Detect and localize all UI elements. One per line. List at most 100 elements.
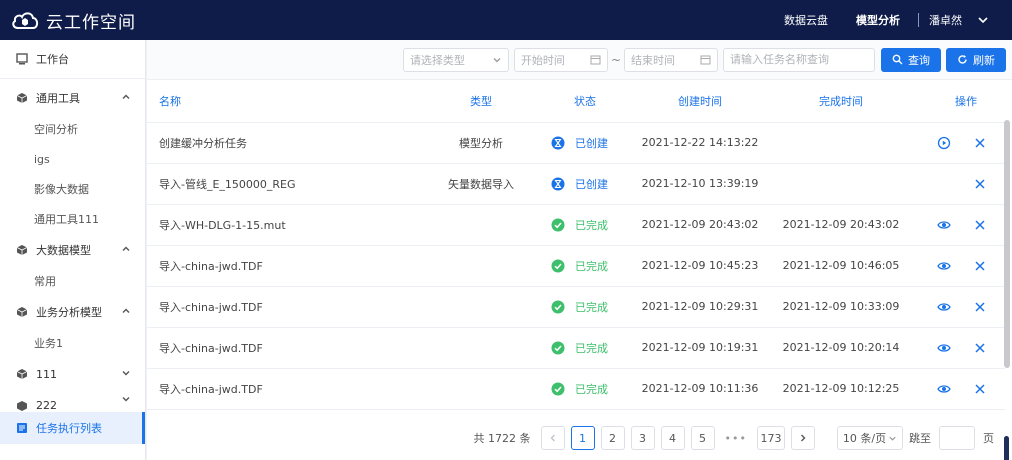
- chevron-down-icon[interactable]: [976, 13, 990, 27]
- eye-icon[interactable]: [937, 259, 951, 273]
- cube-icon: [16, 244, 28, 256]
- eye-icon[interactable]: [937, 300, 951, 314]
- type-select[interactable]: 请选择类型: [402, 47, 509, 72]
- next-page-button[interactable]: [791, 426, 815, 450]
- sidebar-item-label: 任务执行列表: [36, 422, 102, 435]
- sidebar: 工作台 通用工具 空间分析 igs 影像大数据 通用工具111 大数据模型 常用…: [0, 40, 146, 460]
- eye-icon[interactable]: [937, 382, 951, 396]
- sidebar-group-bigdata-model[interactable]: 大数据模型: [0, 234, 145, 266]
- col-header-created: 创建时间: [625, 80, 775, 123]
- chevron-down-icon: [889, 436, 896, 441]
- task-search-field[interactable]: [723, 47, 875, 72]
- end-date-picker[interactable]: 结束时间: [624, 47, 718, 72]
- cell-type: [417, 368, 545, 410]
- status-text: 已完成: [575, 382, 608, 396]
- status-badge: 已创建: [551, 176, 625, 192]
- cell-finished: 2021-12-09 10:33:09: [775, 286, 907, 328]
- sidebar-item-business-1[interactable]: 业务1: [0, 328, 145, 358]
- refresh-button-label: 刷新: [973, 53, 995, 67]
- row-actions: [907, 136, 1005, 150]
- calendar-icon: [700, 55, 711, 65]
- close-icon[interactable]: [973, 300, 987, 314]
- user-name[interactable]: 潘卓然: [929, 12, 962, 28]
- cell-type: [417, 327, 545, 369]
- sidebar-group-label: 222: [36, 399, 57, 412]
- top-bar: 云工作空间 数据云盘 模型分析 潘卓然: [0, 0, 1012, 40]
- goto-page-input[interactable]: [939, 426, 975, 450]
- cube-icon: [16, 92, 28, 104]
- status-text: 已创建: [575, 136, 608, 150]
- sidebar-group-business-model[interactable]: 业务分析模型: [0, 296, 145, 328]
- sidebar-group-label: 大数据模型: [36, 244, 91, 257]
- sidebar-item-igs[interactable]: igs: [0, 144, 145, 174]
- goto-label: 跳至: [909, 432, 931, 445]
- table-row[interactable]: 导入-china-jwd.TDF 已完成 2021-12-09 10:29:31…: [147, 286, 1005, 328]
- page-button-2[interactable]: 2: [600, 426, 625, 450]
- table-row[interactable]: 导入-管线_E_150000_REG 矢量数据导入 已创建 2021-12-10…: [147, 163, 1005, 205]
- main-panel: 请选择类型 开始时间 ~ 结束时间 查询 刷新 名称 类型 状态: [147, 40, 1012, 460]
- logo[interactable]: 云工作空间: [10, 8, 136, 33]
- eye-icon[interactable]: [937, 341, 951, 355]
- cell-finished: 2021-12-09 10:12:25: [775, 368, 907, 410]
- col-header-type: 类型: [417, 80, 545, 123]
- cube-icon: [16, 368, 28, 380]
- page-button-1[interactable]: 1: [570, 426, 595, 450]
- cell-name: 导入-china-jwd.TDF: [147, 368, 417, 410]
- sidebar-item-spatial-analysis[interactable]: 空间分析: [0, 114, 145, 144]
- query-button[interactable]: 查询: [881, 47, 941, 72]
- task-search-input[interactable]: [730, 53, 868, 66]
- filter-toolbar: 请选择类型 开始时间 ~ 结束时间 查询 刷新: [147, 40, 1012, 80]
- page-button-5[interactable]: 5: [690, 426, 715, 450]
- close-icon[interactable]: [973, 218, 987, 232]
- close-icon[interactable]: [973, 259, 987, 273]
- table-row[interactable]: 创建缓冲分析任务 模型分析 已创建 2021-12-22 14:13:22: [147, 122, 1005, 164]
- col-header-ops: 操作: [907, 80, 1005, 123]
- nav-divider: [918, 13, 919, 27]
- table-scrollbar[interactable]: [1004, 120, 1010, 368]
- cell-created: 2021-12-09 20:43:02: [625, 204, 775, 246]
- chevron-down-icon: [122, 371, 130, 376]
- page-size-select[interactable]: 10 条/页: [837, 426, 903, 450]
- nav-model-analysis[interactable]: 模型分析: [856, 12, 900, 28]
- task-table: 名称 类型 状态 创建时间 完成时间 操作 创建缓冲分析任务 模型分析 已创建 …: [147, 80, 1005, 410]
- table-row[interactable]: 导入-china-jwd.TDF 已完成 2021-12-09 10:11:36…: [147, 368, 1005, 410]
- cell-created: 2021-12-10 13:39:19: [625, 163, 775, 205]
- close-icon[interactable]: [973, 382, 987, 396]
- workbench-icon: [16, 53, 28, 65]
- table-row[interactable]: 导入-china-jwd.TDF 已完成 2021-12-09 10:19:31…: [147, 327, 1005, 369]
- sidebar-item-imagery-bigdata[interactable]: 影像大数据: [0, 174, 145, 204]
- ellipsis-icon[interactable]: •••: [725, 432, 747, 445]
- table-row[interactable]: 导入-WH-DLG-1-15.mut 已完成 2021-12-09 20:43:…: [147, 204, 1005, 246]
- cell-type: [417, 245, 545, 287]
- sidebar-group-222[interactable]: 222: [0, 390, 145, 412]
- sidebar-item-task-list[interactable]: 任务执行列表: [0, 412, 145, 444]
- table-row[interactable]: 导入-china-jwd.TDF 已完成 2021-12-09 10:45:23…: [147, 245, 1005, 287]
- close-icon[interactable]: [973, 177, 987, 191]
- status-badge: 已完成: [551, 217, 625, 233]
- sidebar-item-general-tools-111[interactable]: 通用工具111: [0, 204, 145, 234]
- refresh-button[interactable]: 刷新: [946, 47, 1006, 72]
- start-date-picker[interactable]: 开始时间: [513, 47, 608, 72]
- status-badge: 已完成: [551, 340, 625, 356]
- run-icon[interactable]: [937, 136, 951, 150]
- close-icon[interactable]: [973, 136, 987, 150]
- page-button-last[interactable]: 173: [757, 426, 785, 450]
- cube-icon: [16, 400, 28, 412]
- sidebar-group-111[interactable]: 111: [0, 358, 145, 390]
- nav-data-cloud[interactable]: 数据云盘: [784, 12, 828, 28]
- row-actions: [907, 259, 1005, 273]
- hourglass-icon: [551, 136, 565, 150]
- prev-page-button[interactable]: [540, 426, 565, 450]
- eye-icon[interactable]: [937, 218, 951, 232]
- close-icon[interactable]: [973, 341, 987, 355]
- cube-icon: [16, 306, 28, 318]
- status-text: 已完成: [575, 218, 608, 232]
- cell-name: 导入-管线_E_150000_REG: [147, 163, 417, 205]
- cell-type: 模型分析: [417, 122, 545, 164]
- sidebar-item-workbench[interactable]: 工作台: [0, 43, 145, 75]
- col-header-name: 名称: [147, 80, 417, 123]
- page-button-4[interactable]: 4: [660, 426, 685, 450]
- sidebar-group-general-tools[interactable]: 通用工具: [0, 82, 145, 114]
- page-button-3[interactable]: 3: [630, 426, 655, 450]
- sidebar-item-common[interactable]: 常用: [0, 266, 145, 296]
